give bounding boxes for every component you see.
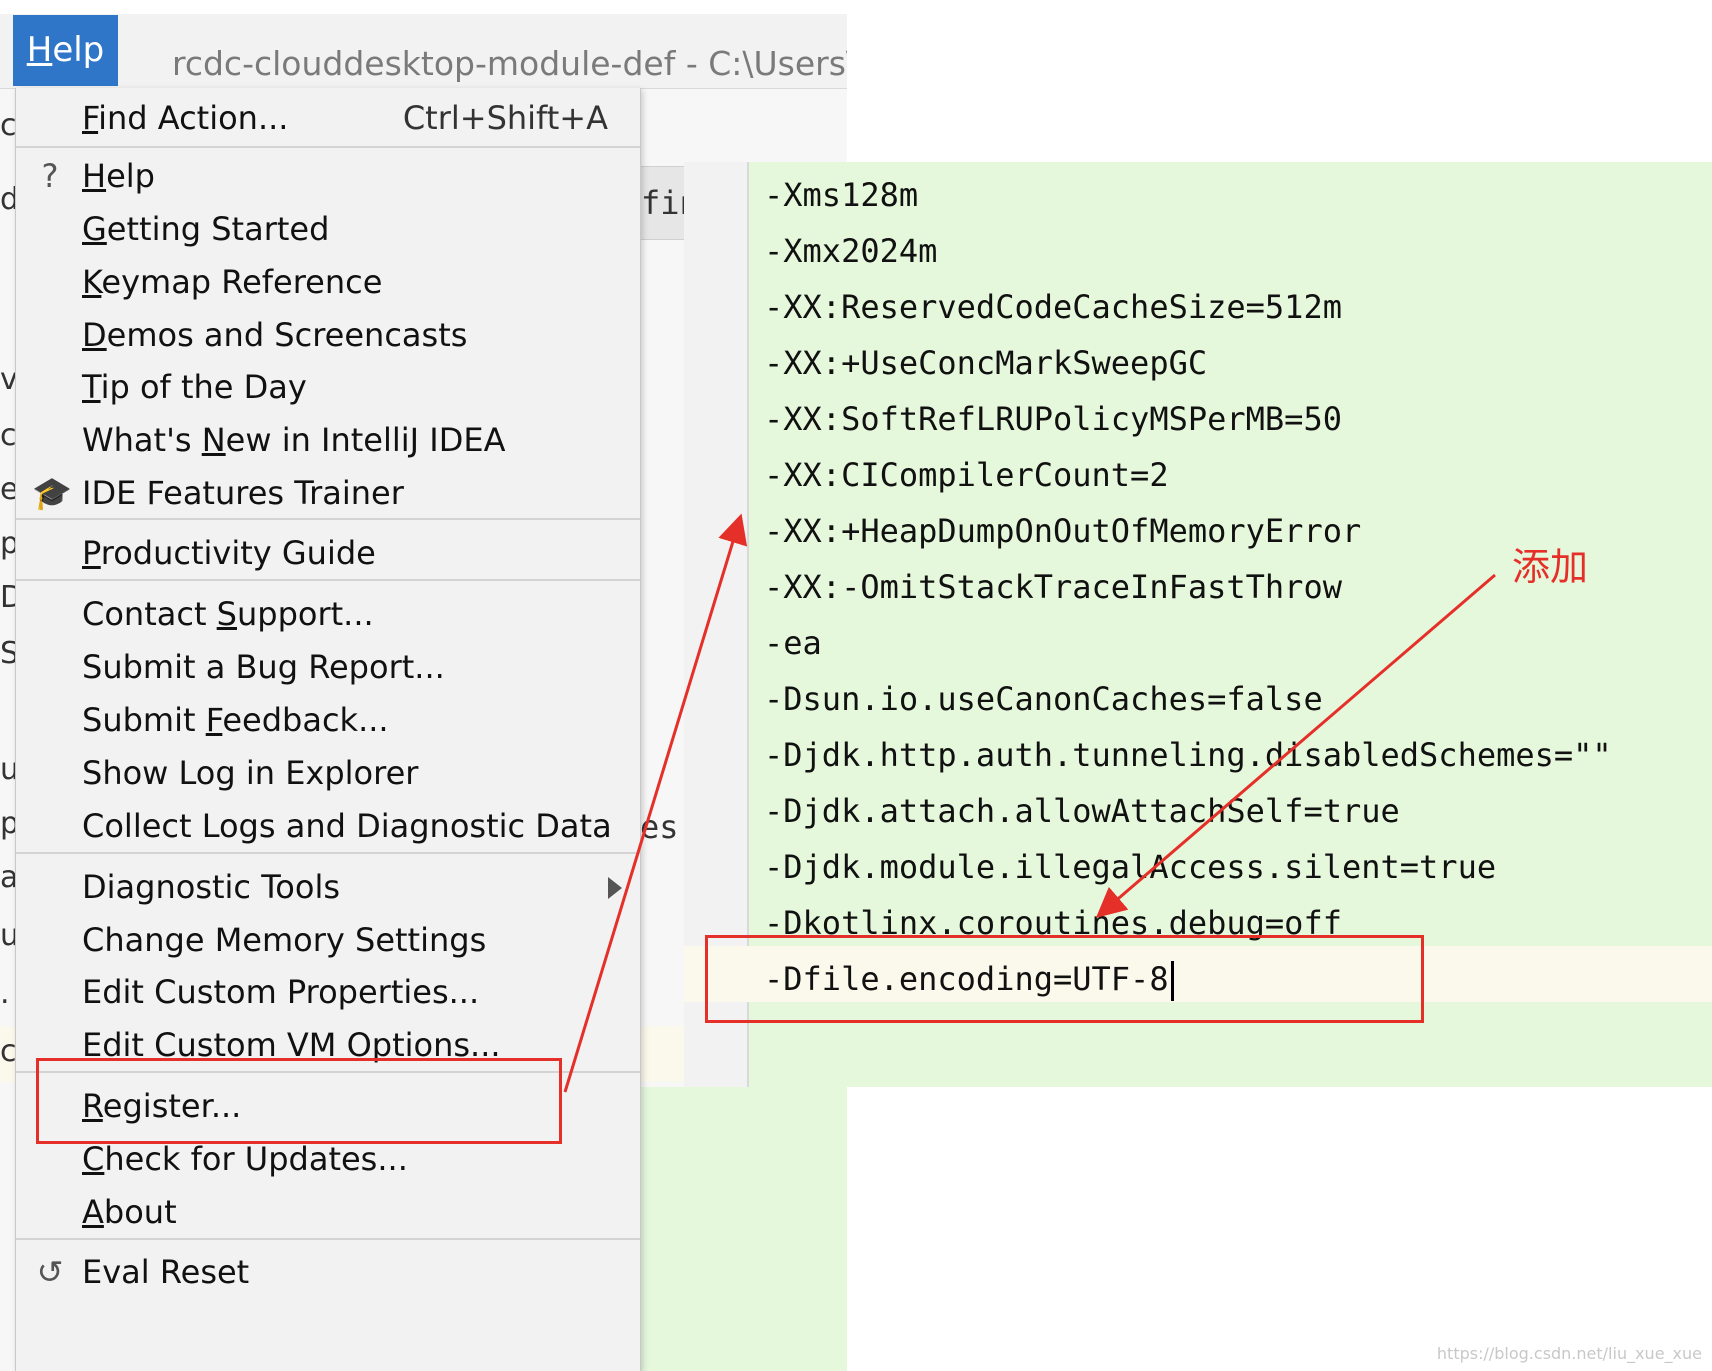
arrow-to-added-line: [1095, 573, 1496, 918]
annotation-arrows: [563, 513, 1496, 1093]
arrow-to-editor: [563, 513, 748, 1093]
watermark: https://blog.csdn.net/liu_xue_xue: [1436, 1344, 1702, 1363]
